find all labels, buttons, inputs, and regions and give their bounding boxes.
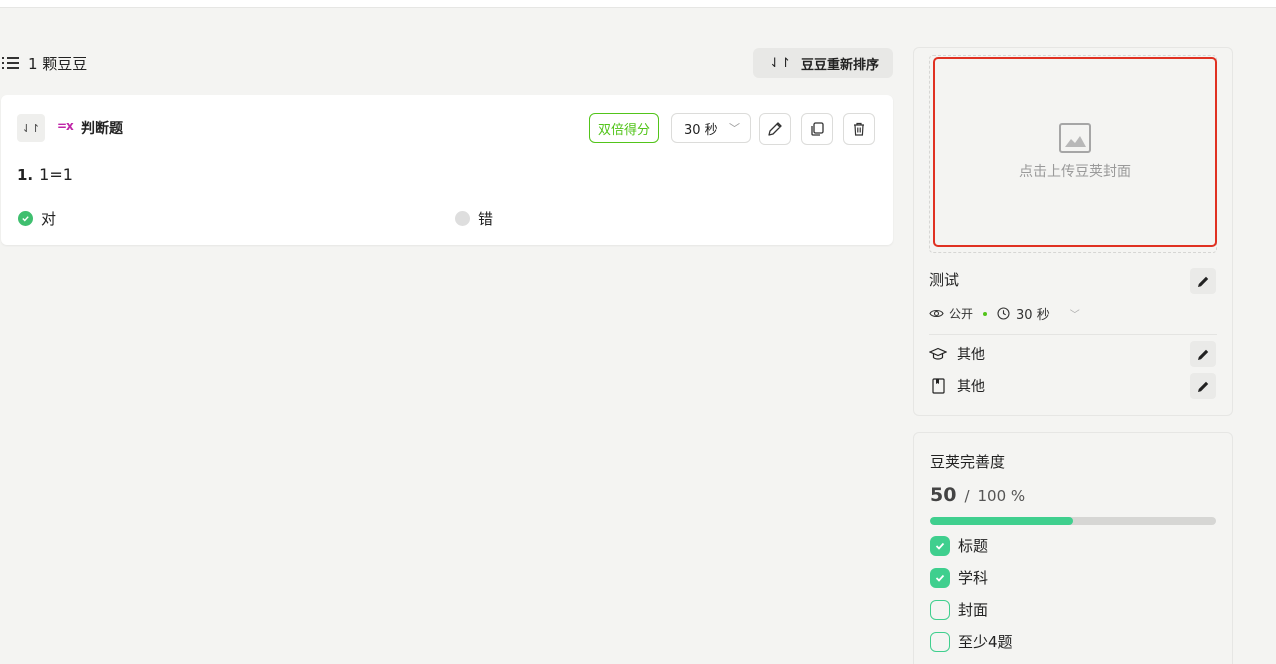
reorder-button[interactable]: ⇃↾ 豆豆重新排序: [753, 48, 893, 78]
unchecked-icon: [930, 599, 950, 620]
divider: [929, 334, 1217, 335]
checklist-item-min-questions: 至少4题: [930, 631, 1013, 652]
pencil-icon: [1197, 349, 1208, 360]
checklist-label: 学科: [958, 569, 989, 587]
checklist-label: 标题: [958, 537, 989, 555]
checklist-item-cover: 封面: [930, 599, 988, 620]
true-false-icon: =x: [57, 119, 74, 133]
edit-grade-button[interactable]: [1190, 373, 1216, 399]
quiz-time-value[interactable]: 30 秒: [1016, 304, 1050, 323]
edit-subject-button[interactable]: [1190, 341, 1216, 367]
quiz-title: 测试: [929, 269, 959, 290]
duplicate-question-button[interactable]: [801, 113, 833, 145]
checklist-label: 封面: [958, 601, 989, 619]
visibility-label[interactable]: 公开: [949, 305, 973, 322]
reorder-button-label: 豆豆重新排序: [800, 57, 879, 73]
checklist-item-title: 标题: [930, 535, 988, 556]
eye-icon: [929, 309, 944, 318]
list-header: 1 颗豆豆 ⇃↾ 豆豆重新排序: [0, 48, 893, 78]
edit-title-button[interactable]: [1190, 268, 1216, 294]
pencil-icon: [1197, 276, 1208, 287]
score-value: 50: [930, 484, 957, 506]
graduation-cap-icon: [929, 347, 947, 360]
cover-upload-area[interactable]: 点击上传豆荚封面: [933, 57, 1217, 247]
grade-value: 其他: [957, 379, 985, 395]
trash-icon: [854, 122, 864, 136]
pencil-icon: [1197, 381, 1208, 392]
question-card: ⇃↾ =x 判断题 双倍得分 30 秒 ﹀ 1. 1=1 对 错: [1, 95, 893, 245]
unchecked-icon: [930, 631, 950, 652]
completeness-score: 50 / 100 %: [930, 484, 1025, 506]
completeness-progress-bar: [930, 517, 1216, 525]
copy-icon: [811, 122, 824, 136]
edit-question-button[interactable]: [759, 113, 791, 145]
list-icon: [2, 56, 20, 70]
option-true[interactable]: 对: [18, 208, 56, 229]
double-score-button[interactable]: 双倍得分: [589, 113, 660, 143]
drag-handle-icon[interactable]: ⇃↾: [17, 114, 45, 142]
question-number: 1.: [17, 166, 34, 184]
clock-icon: [997, 307, 1010, 320]
checked-icon: [930, 567, 950, 588]
chevron-down-icon: ﹀: [729, 122, 740, 135]
delete-question-button[interactable]: [843, 113, 875, 145]
correct-check-icon: [18, 211, 33, 226]
score-slash: /: [964, 487, 970, 505]
chevron-down-icon[interactable]: ﹀: [1070, 306, 1080, 321]
time-limit-value: 30 秒: [684, 122, 718, 138]
visibility-time-row: 公开 30 秒 ﹀: [929, 304, 1080, 323]
sort-icon: ⇃↾: [769, 55, 791, 71]
book-icon: [932, 378, 945, 394]
checked-icon: [930, 535, 950, 556]
completeness-title: 豆荚完善度: [930, 453, 1006, 471]
unselected-dot-icon: [455, 211, 470, 226]
subject-value: 其他: [957, 347, 985, 363]
question-text: 1. 1=1: [17, 165, 73, 184]
subject-row: 其他: [929, 344, 985, 364]
question-body: 1=1: [39, 165, 73, 184]
separator-dot: [983, 311, 988, 316]
score-total: 100 %: [977, 487, 1026, 505]
cover-upload-label: 点击上传豆荚封面: [1019, 164, 1131, 180]
quiz-title-text: 测试: [929, 271, 960, 289]
question-count: 1 颗豆豆: [28, 54, 88, 73]
image-icon: [1059, 123, 1091, 153]
option-false[interactable]: 错: [455, 208, 493, 229]
grade-row: 其他: [929, 376, 985, 396]
checklist-label: 至少4题: [958, 633, 1013, 651]
top-bar: [0, 0, 1276, 8]
time-limit-select[interactable]: 30 秒 ﹀: [671, 113, 751, 143]
option-label: 错: [478, 210, 494, 228]
option-label: 对: [41, 210, 57, 228]
progress-fill: [930, 517, 1073, 525]
question-type-label: 判断题: [81, 121, 123, 137]
pencil-icon: [768, 122, 782, 136]
checklist-item-subject: 学科: [930, 567, 988, 588]
